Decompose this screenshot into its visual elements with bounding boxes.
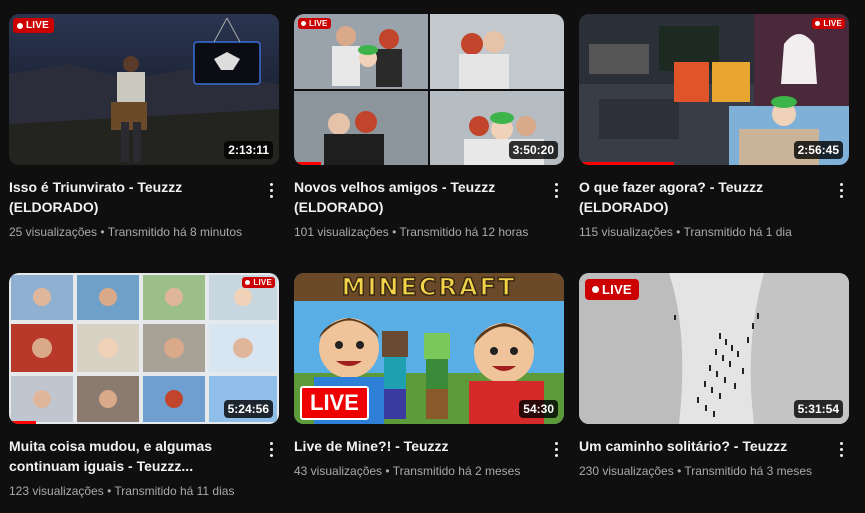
more-options-icon[interactable]	[833, 439, 849, 459]
more-options-icon[interactable]	[548, 180, 564, 200]
live-dot-icon	[245, 280, 251, 285]
view-count: 101 visualizações	[294, 225, 389, 239]
video-duration: 54:30	[519, 400, 558, 418]
live-badge: LIVE	[298, 18, 331, 29]
live-dot-icon	[17, 22, 23, 29]
video-duration: 3:50:20	[508, 141, 558, 159]
stream-date: Transmitido há 3 meses	[684, 464, 812, 478]
video-title[interactable]: Um caminho solitário? - Teuzzz	[579, 436, 819, 456]
live-badge: LIVE	[242, 277, 275, 288]
stream-date: Transmitido há 11 dias	[114, 484, 235, 498]
video-thumbnail[interactable]: MINECRAFT LIVE 54:30	[294, 273, 564, 424]
video-title[interactable]: Live de Mine?! - Teuzzz	[294, 436, 534, 456]
more-options-icon[interactable]	[548, 439, 564, 459]
video-meta: 115 visualizações • Transmitido há 1 dia	[579, 225, 792, 239]
video-thumbnail[interactable]: LIVE 5:24:56	[9, 273, 279, 424]
video-meta: 230 visualizações • Transmitido há 3 mes…	[579, 464, 812, 478]
live-badge: LIVE	[585, 279, 639, 300]
view-count: 43 visualizações	[294, 464, 383, 478]
video-duration: 2:56:45	[793, 141, 843, 159]
more-options-icon[interactable]	[263, 180, 279, 200]
video-thumbnail[interactable]: LIVE 2:56:45	[579, 14, 849, 165]
watch-progress-bar	[579, 162, 674, 165]
view-count: 25 visualizações	[9, 225, 98, 239]
live-badge: LIVE	[13, 18, 55, 33]
view-count: 115 visualizações	[579, 225, 673, 239]
video-duration: 5:24:56	[223, 400, 273, 418]
stream-date: Transmitido há 1 dia	[683, 225, 792, 239]
video-meta: 101 visualizações • Transmitido há 12 ho…	[294, 225, 529, 239]
live-dot-icon	[815, 21, 821, 26]
video-meta: 43 visualizações • Transmitido há 2 mese…	[294, 464, 521, 478]
stream-date: Transmitido há 2 meses	[392, 464, 521, 478]
video-title[interactable]: Novos velhos amigos - Teuzzz (ELDORADO)	[294, 177, 534, 217]
video-thumbnail[interactable]: LIVE 5:31:54	[579, 273, 849, 424]
minecraft-logo: MINECRAFT	[342, 273, 517, 301]
video-title[interactable]: Muita coisa mudou, e algumas continuam i…	[9, 436, 249, 476]
video-thumbnail[interactable]: LIVE 3:50:20	[294, 14, 564, 165]
stream-date: Transmitido há 8 minutos	[107, 225, 242, 239]
video-meta: 123 visualizações • Transmitido há 11 di…	[9, 484, 235, 498]
more-options-icon[interactable]	[833, 180, 849, 200]
watch-progress-bar	[9, 421, 36, 424]
live-dot-icon	[592, 286, 599, 293]
live-dot-icon	[301, 21, 306, 26]
video-title[interactable]: O que fazer agora? - Teuzzz (ELDORADO)	[579, 177, 819, 217]
live-overlay-text: LIVE	[300, 386, 369, 420]
live-badge: LIVE	[812, 18, 845, 29]
video-thumbnail[interactable]: LIVE 2:13:11	[9, 14, 279, 165]
view-count: 123 visualizações	[9, 484, 104, 498]
video-duration: 2:13:11	[224, 141, 273, 159]
stream-date: Transmitido há 12 horas	[399, 225, 529, 239]
video-duration: 5:31:54	[793, 400, 843, 418]
video-meta: 25 visualizações • Transmitido há 8 minu…	[9, 225, 242, 239]
video-grid: LIVE 2:13:11 Isso é Triunvirato - Teuzzz…	[0, 0, 865, 513]
more-options-icon[interactable]	[263, 439, 279, 459]
watch-progress-bar	[294, 162, 321, 165]
view-count: 230 visualizações	[579, 464, 674, 478]
video-title[interactable]: Isso é Triunvirato - Teuzzz (ELDORADO)	[9, 177, 249, 217]
